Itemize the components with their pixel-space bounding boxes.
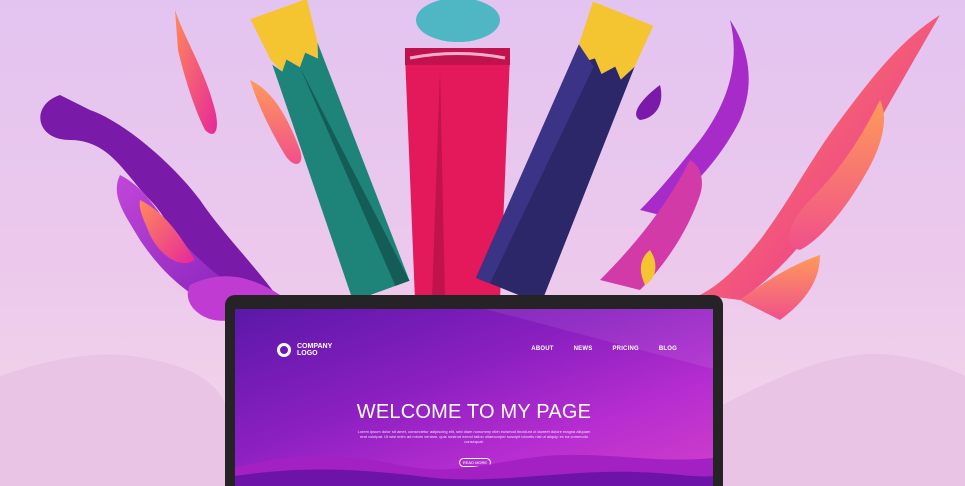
illustration: COMPANY LOGO ABOUT NEWS PRICING BLOG WEL… [0,0,965,486]
nav-about[interactable]: ABOUT [531,346,553,352]
nav-pricing[interactable]: PRICING [612,346,638,352]
splash-right-5 [636,85,662,120]
company-logo[interactable]: COMPANY LOGO [277,343,341,357]
laptop: COMPANY LOGO ABOUT NEWS PRICING BLOG WEL… [225,295,723,486]
laptop-screen: COMPANY LOGO ABOUT NEWS PRICING BLOG WEL… [235,309,713,486]
screen-hills [235,454,713,486]
splash-left-4 [175,10,217,134]
hero-title: WELCOME TO MY PAGE [356,401,592,423]
website-nav: ABOUT NEWS PRICING BLOG [531,346,677,352]
ring-icon [277,343,291,357]
splash-left-1 [40,95,280,300]
nav-news[interactable]: NEWS [574,346,593,352]
logo-text: COMPANY LOGO [297,343,333,357]
website-header: COMPANY LOGO ABOUT NEWS PRICING BLOG [235,309,713,369]
hero-body: Lorem ipsum dolor sit amet, consectetur … [357,429,591,444]
teal-pencil [250,0,410,302]
nav-blog[interactable]: BLOG [659,346,677,352]
